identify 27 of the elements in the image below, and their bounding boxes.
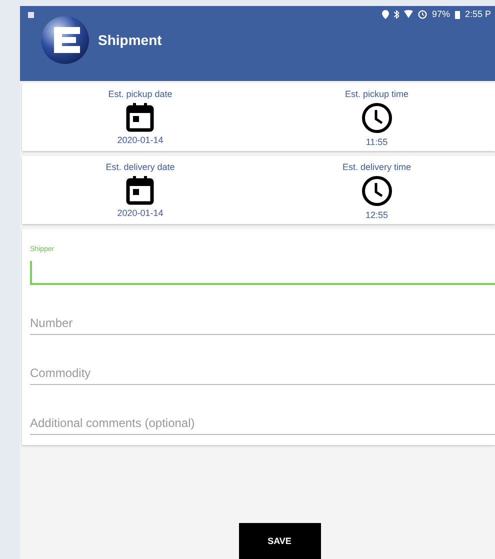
save-button[interactable]: SAVE [238,523,320,559]
app-logo-icon [40,15,90,65]
text-field[interactable] [30,261,495,285]
picker-label: Est. delivery date [106,162,175,172]
battery-icon [454,10,460,18]
location-icon [382,10,389,18]
picker-label: Est. pickup time [344,89,409,99]
picker-value[interactable]: 2020-01-14 [117,208,164,218]
text-field[interactable]: Number [30,312,495,335]
text-field[interactable]: Commodity [30,362,495,385]
bluetooth-icon [394,10,399,18]
picker-value[interactable]: 11:55 [366,137,388,147]
picker-value[interactable]: 2020-01-14 [117,135,164,145]
alarm-icon [418,10,427,18]
battery-percent: 97% [432,9,450,19]
picker-label: Est. delivery time [342,162,412,172]
screen-title: Shipment [98,32,162,48]
calendar-icon [125,102,156,132]
clock-icon [360,175,393,207]
notification-icon [28,10,34,18]
wifi-icon [404,10,413,18]
picker-label: Est. pickup date [108,89,172,99]
text-field[interactable]: Additional comments (optional) [30,412,495,435]
picker-value[interactable]: 12:55 [365,210,388,220]
calendar-icon [125,175,156,205]
clock-time: 2:55 P [464,9,491,19]
clock-icon [360,102,393,134]
